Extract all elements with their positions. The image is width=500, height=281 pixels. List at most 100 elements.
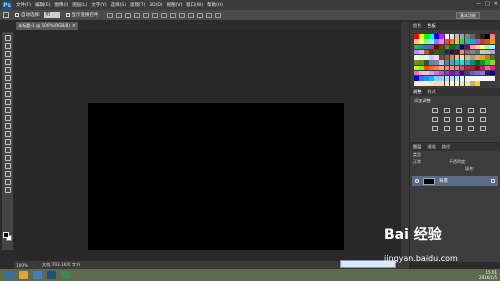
- threshold-icon[interactable]: [456, 126, 462, 131]
- color-swatch[interactable]: [464, 39, 470, 44]
- auto-select-checkbox[interactable]: [15, 13, 19, 17]
- color-swatch[interactable]: [439, 60, 445, 65]
- color-swatch[interactable]: [429, 55, 434, 60]
- color-swatch[interactable]: [480, 60, 485, 65]
- color-swatch[interactable]: [414, 81, 419, 86]
- distribute-left-icon[interactable]: [187, 12, 194, 18]
- curves-icon[interactable]: [456, 108, 462, 113]
- color-swatch[interactable]: [464, 44, 470, 50]
- move-tool-icon[interactable]: [4, 35, 11, 41]
- color-swatch[interactable]: [454, 70, 460, 76]
- color-swatch[interactable]: [459, 39, 465, 44]
- vibrance-icon[interactable]: [480, 108, 486, 113]
- color-swatch[interactable]: [490, 44, 495, 50]
- color-swatch[interactable]: [485, 60, 490, 65]
- path-select-tool-icon[interactable]: [4, 163, 11, 169]
- color-swatch[interactable]: [414, 34, 419, 39]
- color-swatch[interactable]: [464, 60, 470, 65]
- color-swatch[interactable]: [475, 70, 480, 76]
- shape-tool-icon[interactable]: [4, 171, 11, 177]
- blur-tool-icon[interactable]: [4, 131, 11, 137]
- color-swatch[interactable]: [429, 60, 434, 65]
- distribute-right-icon[interactable]: [205, 12, 212, 18]
- channel-mixer-icon[interactable]: [480, 117, 486, 122]
- color-swatch[interactable]: [439, 70, 445, 76]
- dodge-tool-icon[interactable]: [4, 139, 11, 145]
- gradient-tool-icon[interactable]: [4, 123, 11, 129]
- color-swatch[interactable]: [464, 55, 470, 60]
- color-swatch[interactable]: [454, 81, 460, 86]
- color-swatch[interactable]: [449, 55, 455, 60]
- color-swatch[interactable]: [470, 55, 475, 60]
- color-swatch[interactable]: [490, 39, 495, 44]
- posterize-icon[interactable]: [444, 126, 450, 131]
- foreground-color[interactable]: [3, 232, 9, 238]
- color-swatch[interactable]: [470, 76, 475, 81]
- color-swatch[interactable]: [459, 70, 465, 76]
- color-swatch[interactable]: [419, 76, 424, 81]
- color-swatch[interactable]: [444, 55, 450, 60]
- gradient-map-icon[interactable]: [468, 126, 474, 131]
- color-swatch[interactable]: [434, 55, 439, 60]
- menu-select[interactable]: 选择(S): [111, 2, 126, 8]
- color-swatch[interactable]: [459, 44, 465, 50]
- color-swatch[interactable]: [439, 44, 445, 50]
- color-swatch[interactable]: [464, 76, 470, 81]
- lasso-tool-icon[interactable]: [4, 51, 11, 57]
- color-swatch[interactable]: [449, 60, 455, 65]
- close-button[interactable]: ✕: [494, 1, 498, 7]
- exposure-icon[interactable]: [468, 108, 474, 113]
- color-swatch[interactable]: [459, 81, 465, 86]
- color-swatch[interactable]: [490, 49, 495, 55]
- menu-filter[interactable]: 滤镜(T): [130, 2, 145, 8]
- maximize-button[interactable]: □: [485, 1, 490, 7]
- menu-3d[interactable]: 3D(D): [149, 3, 162, 8]
- color-swatch[interactable]: [439, 81, 445, 86]
- crop-tool-icon[interactable]: [4, 67, 11, 73]
- invert-icon[interactable]: [432, 126, 438, 131]
- color-swatch[interactable]: [419, 34, 424, 39]
- menu-edit[interactable]: 编辑(E): [35, 2, 50, 8]
- color-swatch[interactable]: [424, 81, 429, 86]
- pen-tool-icon[interactable]: [4, 147, 11, 153]
- swatches-grid[interactable]: [414, 34, 496, 86]
- color-swatch[interactable]: [424, 55, 429, 60]
- color-swatch[interactable]: [464, 65, 470, 71]
- color-swatch[interactable]: [424, 44, 429, 50]
- color-swatch[interactable]: [424, 39, 429, 44]
- tab-color[interactable]: 颜色: [413, 23, 421, 29]
- selective-color-icon[interactable]: [480, 126, 486, 131]
- color-swatch[interactable]: [480, 70, 485, 76]
- color-swatch[interactable]: [490, 76, 495, 81]
- color-swatch[interactable]: [454, 65, 460, 71]
- color-swatch[interactable]: [454, 39, 460, 44]
- color-swatch[interactable]: [464, 70, 470, 76]
- color-swatch[interactable]: [490, 34, 495, 39]
- browser-icon[interactable]: [33, 271, 42, 279]
- color-swatch[interactable]: [464, 49, 470, 55]
- color-swatch[interactable]: [434, 60, 439, 65]
- color-swatch[interactable]: [464, 81, 470, 86]
- history-brush-tool-icon[interactable]: [4, 107, 11, 113]
- color-swatch[interactable]: [470, 81, 475, 86]
- color-swatch[interactable]: [419, 55, 424, 60]
- color-swatch[interactable]: [424, 60, 429, 65]
- tab-adjustments[interactable]: 调整: [413, 89, 421, 95]
- color-swatch[interactable]: [485, 39, 490, 44]
- color-swatch[interactable]: [434, 81, 439, 86]
- marquee-tool-icon[interactable]: [4, 43, 11, 49]
- align-bottom-icon[interactable]: [124, 12, 131, 18]
- color-swatch[interactable]: [439, 76, 445, 81]
- tab-swatches[interactable]: 色板: [427, 23, 435, 29]
- color-swatch[interactable]: [475, 65, 480, 71]
- document-canvas[interactable]: [88, 103, 344, 250]
- color-swatch[interactable]: [480, 65, 485, 71]
- type-tool-icon[interactable]: [4, 155, 11, 161]
- color-swatch[interactable]: [454, 44, 460, 50]
- color-swatch[interactable]: [485, 34, 490, 39]
- eye-icon[interactable]: [415, 179, 419, 183]
- color-swatch[interactable]: [480, 55, 485, 60]
- photoshop-taskbar-icon[interactable]: [47, 271, 56, 279]
- healing-tool-icon[interactable]: [4, 83, 11, 89]
- align-right-icon[interactable]: [151, 12, 158, 18]
